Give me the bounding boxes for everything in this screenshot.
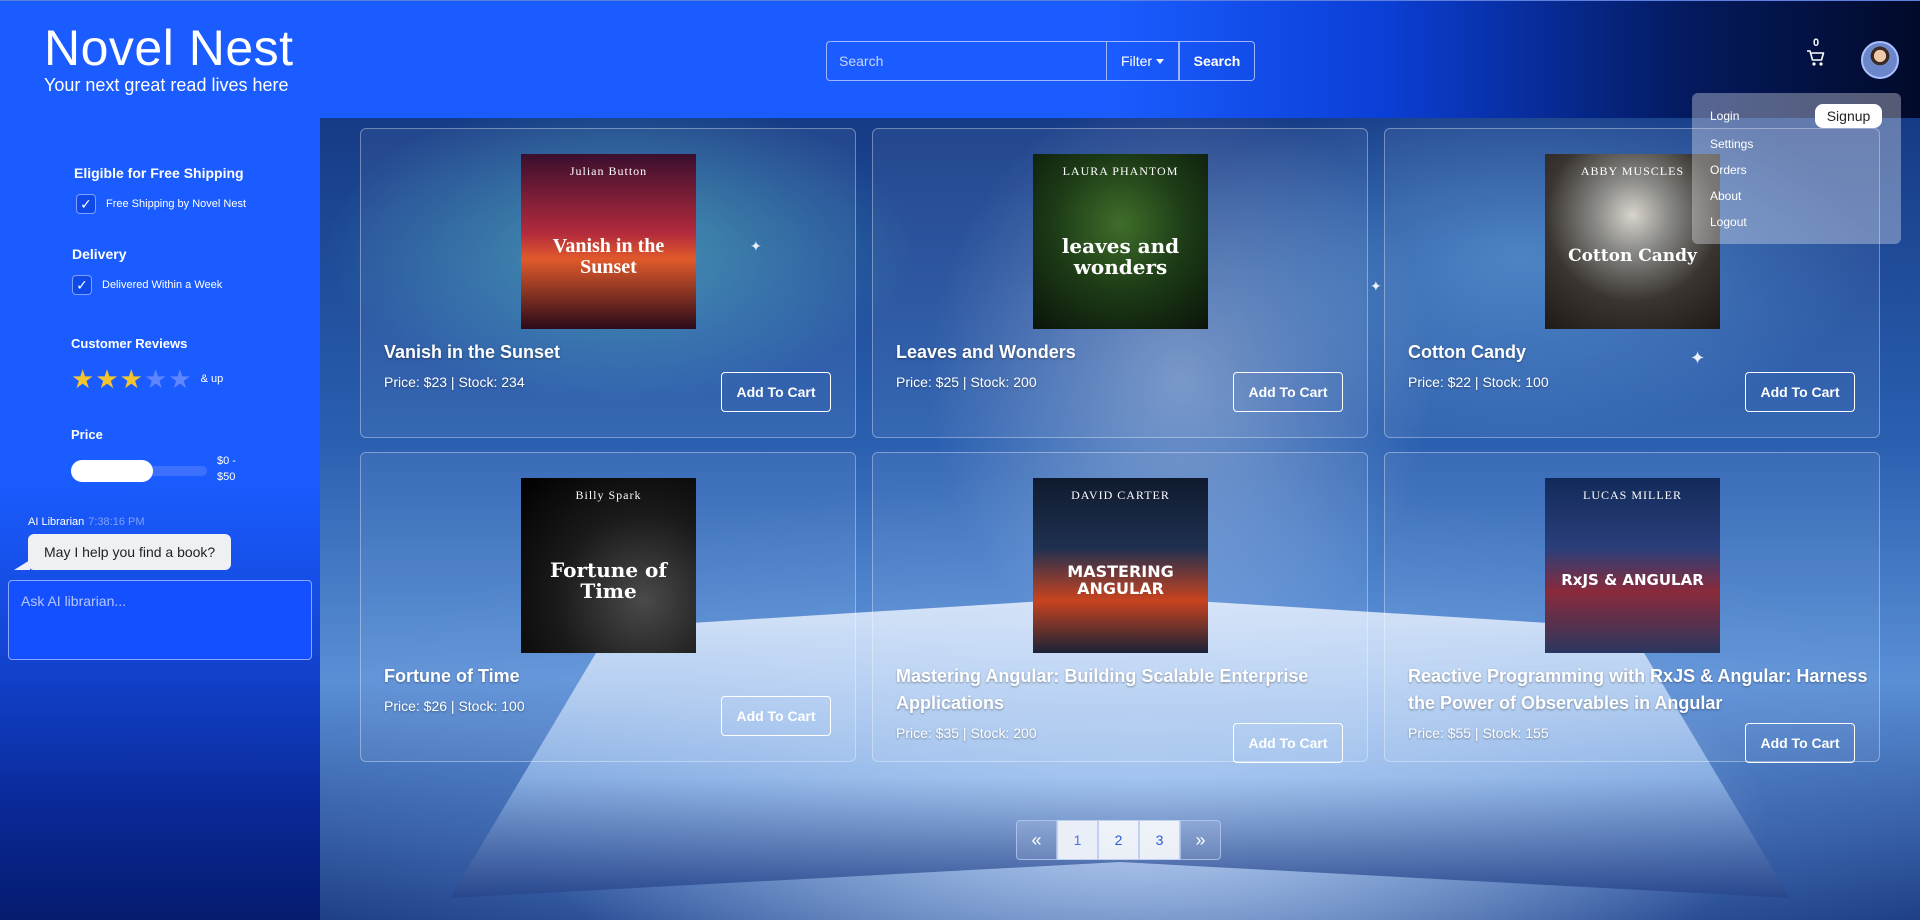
add-to-cart-button[interactable]: Add To Cart xyxy=(1233,372,1343,412)
cover-author: LUCAS MILLER xyxy=(1583,488,1682,502)
book-price-stock: Price: $26 | Stock: 100 xyxy=(384,698,525,714)
rating-suffix: & up xyxy=(200,373,224,385)
brand-tagline: Your next great read lives here xyxy=(44,75,289,95)
top-header: Novel Nest Your next great read lives he… xyxy=(0,0,1920,118)
book-cover-image[interactable]: Julian Button Vanish in the Sunset xyxy=(521,154,696,329)
book-cover-image[interactable]: LAURA PHANTOM leaves and wonders xyxy=(1033,154,1208,329)
book-price-stock: Price: $25 | Stock: 200 xyxy=(896,374,1037,390)
book-price-stock: Price: $55 | Stock: 155 xyxy=(1408,725,1549,741)
star-icon[interactable]: ★ xyxy=(168,366,191,392)
cover-title: Fortune of Time xyxy=(550,557,667,603)
checkmark-icon[interactable]: ✓ xyxy=(72,275,92,295)
cart-icon xyxy=(1807,50,1825,66)
add-to-cart-button[interactable]: Add To Cart xyxy=(1233,723,1343,763)
cover-title: Cotton Candy xyxy=(1568,245,1697,266)
book-title[interactable]: Cotton Candy xyxy=(1408,339,1868,366)
book-cover-image[interactable]: LUCAS MILLER RxJS & ANGULAR xyxy=(1545,478,1720,653)
cover-title: RxJS & ANGULAR xyxy=(1561,570,1704,589)
page-3-button[interactable]: 3 xyxy=(1139,820,1180,860)
filter-label: Filter xyxy=(1120,53,1153,69)
delivery-heading: Delivery xyxy=(72,246,127,262)
page-2-button[interactable]: 2 xyxy=(1098,820,1139,860)
menu-item-login[interactable]: Login xyxy=(1710,109,1739,123)
cart-button[interactable]: 0 xyxy=(1804,37,1828,71)
product-card[interactable]: LAURA PHANTOM leaves and wonders Leaves an… xyxy=(872,128,1368,438)
search-button[interactable]: Search xyxy=(1179,41,1255,81)
ai-sender: AI Librarian 7:38:16 PM xyxy=(28,516,145,528)
book-price-stock: Price: $23 | Stock: 234 xyxy=(384,374,525,390)
signup-button[interactable]: Signup xyxy=(1815,104,1882,128)
cover-author: Julian Button xyxy=(569,164,648,178)
add-to-cart-button[interactable]: Add To Cart xyxy=(721,372,831,412)
book-title[interactable]: Fortune of Time xyxy=(384,663,844,690)
product-card[interactable]: LUCAS MILLER RxJS & ANGULAR Reactive Progr… xyxy=(1384,452,1880,763)
book-price-stock: Price: $35 | Stock: 200 xyxy=(896,725,1037,741)
search-input[interactable] xyxy=(826,41,1106,81)
add-to-cart-button[interactable]: Add To Cart xyxy=(721,696,831,736)
slider-thumb[interactable] xyxy=(71,460,153,482)
add-to-cart-button[interactable]: Add To Cart xyxy=(1745,372,1855,412)
book-price-stock: Price: $22 | Stock: 100 xyxy=(1408,374,1549,390)
book-title[interactable]: Leaves and Wonders xyxy=(896,339,1356,366)
star-icon[interactable]: ★ xyxy=(144,366,167,392)
cover-title: MASTERING ANGULAR xyxy=(1067,561,1174,598)
delivery-label: Delivered Within a Week xyxy=(102,279,223,291)
cover-author: DAVID CARTER xyxy=(1071,488,1170,502)
cover-title: Vanish in the Sunset xyxy=(552,234,665,278)
ai-message-bubble: May I help you find a book? xyxy=(14,534,231,570)
cover-title: leaves and wonders xyxy=(1061,233,1180,279)
menu-item-about[interactable]: About xyxy=(1710,189,1741,203)
cart-count-badge: 0 xyxy=(1812,37,1820,49)
user-dropdown-menu: Login Signup Settings Orders About Logou… xyxy=(1692,93,1901,244)
book-title[interactable]: Vanish in the Sunset xyxy=(384,339,844,366)
sparkle-icon: ✦ xyxy=(1370,278,1382,294)
product-card[interactable]: Billy Spark Fortune of Time Fortune of Tim… xyxy=(360,452,856,762)
price-slider[interactable] xyxy=(71,460,207,482)
reviews-heading: Customer Reviews xyxy=(71,336,188,351)
search-bar: Filter Search xyxy=(826,41,1255,81)
ai-message-time: 7:38:16 PM xyxy=(88,516,145,528)
delivery-filter[interactable]: ✓ Delivered Within a Week xyxy=(72,275,222,295)
prev-page-button[interactable]: « xyxy=(1016,820,1057,860)
product-card[interactable]: DAVID CARTER MASTERING ANGULAR Mastering A… xyxy=(872,452,1368,763)
next-page-button[interactable]: » xyxy=(1180,820,1221,860)
book-title[interactable]: Reactive Programming with RxJS & Angular… xyxy=(1408,663,1868,717)
checkmark-icon[interactable]: ✓ xyxy=(76,194,96,214)
shipping-heading: Eligible for Free Shipping xyxy=(74,165,244,181)
price-range-label: $0 - $50 xyxy=(217,453,236,485)
ai-librarian-input[interactable] xyxy=(8,580,312,660)
rating-filter[interactable]: ★ ★ ★ ★ ★ & up xyxy=(71,366,223,392)
page-1-button[interactable]: 1 xyxy=(1057,820,1098,860)
ai-sender-name: AI Librarian xyxy=(28,516,85,528)
cover-author: Billy Spark xyxy=(575,488,642,502)
menu-item-settings[interactable]: Settings xyxy=(1710,137,1753,151)
pagination: « 1 2 3 » xyxy=(1016,820,1221,860)
price-range-min: $0 - xyxy=(217,455,236,467)
add-to-cart-button[interactable]: Add To Cart xyxy=(1745,723,1855,763)
book-title[interactable]: Mastering Angular: Building Scalable Ent… xyxy=(896,663,1356,717)
price-heading: Price xyxy=(71,427,103,442)
product-card[interactable]: Julian Button Vanish in the Sunset Vanish … xyxy=(360,128,856,438)
star-icon[interactable]: ★ xyxy=(120,366,143,392)
filter-dropdown-button[interactable]: Filter xyxy=(1106,41,1179,81)
cover-author: LAURA PHANTOM xyxy=(1062,164,1179,178)
ai-message-text: May I help you find a book? xyxy=(44,544,216,560)
menu-item-orders[interactable]: Orders xyxy=(1710,163,1747,177)
brand-title[interactable]: Novel Nest xyxy=(44,19,294,77)
price-range-max: $50 xyxy=(217,471,236,483)
free-shipping-label: Free Shipping by Novel Nest xyxy=(106,198,247,210)
caret-down-icon xyxy=(1156,58,1165,64)
user-avatar[interactable] xyxy=(1861,41,1899,79)
menu-item-logout[interactable]: Logout xyxy=(1710,215,1747,229)
star-icon[interactable]: ★ xyxy=(71,366,94,392)
brand[interactable]: Novel Nest Your next great read lives he… xyxy=(44,19,294,95)
book-cover-image[interactable]: Billy Spark Fortune of Time xyxy=(521,478,696,653)
book-cover-image[interactable]: DAVID CARTER MASTERING ANGULAR xyxy=(1033,478,1208,653)
filter-sidebar: Eligible for Free Shipping ✓ Free Shippi… xyxy=(0,118,320,920)
free-shipping-filter[interactable]: ✓ Free Shipping by Novel Nest xyxy=(76,194,246,214)
star-icon[interactable]: ★ xyxy=(95,366,118,392)
